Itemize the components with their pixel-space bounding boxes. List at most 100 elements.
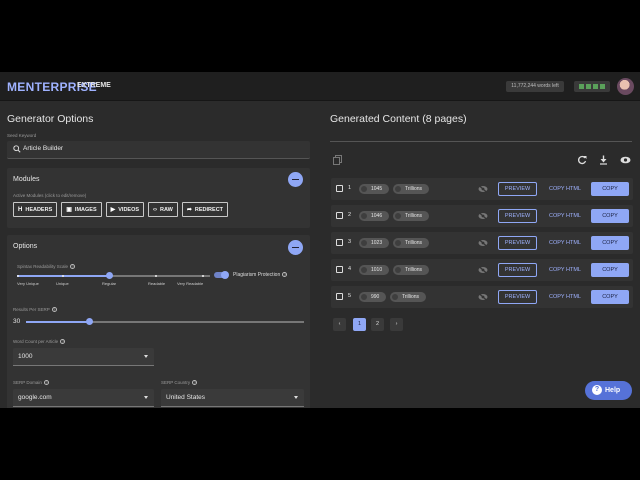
row-number: 3 [348, 239, 352, 245]
plagiarism-label-text: Plagiarism Protection [233, 272, 281, 278]
content-row: 1 1045 Trillions PREVIEW COPY HTML COPY [331, 178, 633, 200]
word-count-chip: 990 [359, 292, 386, 302]
copy-html-button[interactable]: COPY HTML [544, 182, 586, 196]
results-label-text: Results Per SERP [13, 307, 50, 312]
word-count-value: 1000 [18, 353, 33, 360]
module-images-button[interactable]: ▣ IMAGES [61, 202, 102, 217]
help-icon[interactable]: ? [43, 380, 49, 386]
results-per-serp-value: 30 [13, 318, 21, 325]
preview-button[interactable]: PREVIEW [498, 290, 537, 304]
word-count-label: Word Count per Article? [13, 339, 66, 345]
download-icon[interactable] [599, 155, 608, 165]
readability-slider-handle[interactable] [106, 272, 113, 279]
copy-button[interactable]: COPY [591, 236, 629, 250]
module-videos-button[interactable]: ▶ VIDEOS [105, 202, 145, 217]
unit-chip: Trillions [393, 211, 429, 221]
preview-button[interactable]: PREVIEW [498, 209, 537, 223]
preview-button[interactable]: PREVIEW [498, 182, 537, 196]
chevron-down-icon [144, 396, 148, 399]
module-headers-button[interactable]: H HEADERS [13, 202, 58, 217]
row-checkbox[interactable] [336, 239, 343, 246]
unit-chip: Trillions [393, 265, 429, 275]
copy-button[interactable]: COPY [591, 263, 629, 277]
preview-button[interactable]: PREVIEW [498, 263, 537, 277]
copy-html-button[interactable]: COPY HTML [544, 236, 586, 250]
row-number: 2 [348, 212, 352, 218]
divider [330, 141, 632, 142]
refresh-icon[interactable] [577, 155, 587, 165]
eye-icon[interactable] [620, 156, 631, 164]
top-bar: MENTERPRISE EXTREME 11,772,244 words lef… [0, 72, 640, 101]
page-button[interactable]: 2 [371, 318, 384, 331]
serp-country-value: United States [166, 394, 206, 401]
help-label: Help [605, 387, 621, 394]
row-checkbox[interactable] [336, 185, 343, 192]
avatar[interactable] [617, 78, 634, 95]
word-count-chip: 1046 [359, 211, 389, 221]
copy-html-button[interactable]: COPY HTML [544, 263, 586, 277]
copy-all-icon[interactable] [333, 155, 342, 165]
serp-domain-select[interactable]: google.com [13, 389, 154, 407]
eye-off-icon[interactable] [478, 239, 488, 247]
status-dot [579, 84, 584, 89]
eye-off-icon[interactable] [478, 185, 488, 193]
content-row: 4 1010 Trillions PREVIEW COPY HTML COPY [331, 259, 633, 281]
seed-keyword-input[interactable]: Article Builder [7, 141, 310, 159]
serp-country-select[interactable]: United States [161, 389, 304, 407]
help-icon[interactable]: ? [51, 307, 57, 313]
chevron-down-icon [294, 396, 298, 399]
readability-label-text: Spintax Readability Scale [17, 264, 69, 269]
brand-edition: EXTREME [77, 82, 111, 89]
prev-page-button[interactable]: ‹ [333, 318, 346, 331]
copy-button[interactable]: COPY [591, 182, 629, 196]
copy-html-button[interactable]: COPY HTML [544, 209, 586, 223]
eye-off-icon[interactable] [478, 266, 488, 274]
module-label: VIDEOS [118, 206, 140, 213]
tick-label: Regular [102, 281, 117, 286]
module-buttons: H HEADERS ▣ IMAGES ▶ VIDEOS ‹› RAW ➦ REDIRECT [13, 202, 229, 217]
page-button-current[interactable]: 1 [353, 318, 366, 331]
next-page-button[interactable]: › [390, 318, 403, 331]
row-number: 5 [348, 293, 352, 299]
help-icon[interactable]: ? [282, 272, 288, 278]
row-checkbox[interactable] [336, 293, 343, 300]
module-label: IMAGES [74, 206, 97, 213]
module-raw-button[interactable]: ‹› RAW [148, 202, 178, 217]
plagiarism-toggle-knob[interactable] [221, 271, 229, 279]
row-number: 4 [348, 266, 352, 272]
help-icon[interactable]: ? [70, 264, 76, 270]
slider-tick [155, 275, 157, 277]
help-question-icon: ? [592, 385, 602, 395]
copy-button[interactable]: COPY [591, 290, 629, 304]
tick-label: Unique [56, 281, 69, 286]
copy-button[interactable]: COPY [591, 209, 629, 223]
word-count-chip: 1045 [359, 184, 389, 194]
copy-html-button[interactable]: COPY HTML [544, 290, 586, 304]
slider-tick [202, 275, 204, 277]
help-icon[interactable]: ? [192, 380, 198, 386]
serp-domain-label-text: SERP Domain [13, 380, 42, 385]
content-row: 3 1023 Trillions PREVIEW COPY HTML COPY [331, 232, 633, 254]
unit-chip: Trillions [393, 184, 429, 194]
help-icon[interactable]: ? [60, 339, 66, 345]
slider-tick [62, 275, 64, 277]
preview-button[interactable]: PREVIEW [498, 236, 537, 250]
collapse-options-button[interactable] [288, 240, 303, 255]
status-dot [593, 84, 598, 89]
words-left-counter: 11,772,244 words left [506, 81, 564, 92]
eye-off-icon[interactable] [478, 293, 488, 301]
results-per-serp-label: Results Per SERP? [13, 307, 57, 313]
row-checkbox[interactable] [336, 212, 343, 219]
word-count-select[interactable]: 1000 [13, 348, 154, 366]
module-redirect-button[interactable]: ➦ REDIRECT [181, 202, 229, 217]
collapse-modules-button[interactable] [288, 172, 303, 187]
serp-domain-value: google.com [18, 394, 52, 401]
seed-keyword-value: Article Builder [23, 145, 64, 152]
row-checkbox[interactable] [336, 266, 343, 273]
word-count-label-text: Word Count per Article [13, 339, 59, 344]
image-icon: ▣ [66, 207, 72, 213]
results-slider-handle[interactable] [86, 318, 93, 325]
eye-off-icon[interactable] [478, 212, 488, 220]
plagiarism-label: Plagiarism Protection? [233, 272, 288, 278]
help-button[interactable]: ? Help [585, 381, 632, 400]
